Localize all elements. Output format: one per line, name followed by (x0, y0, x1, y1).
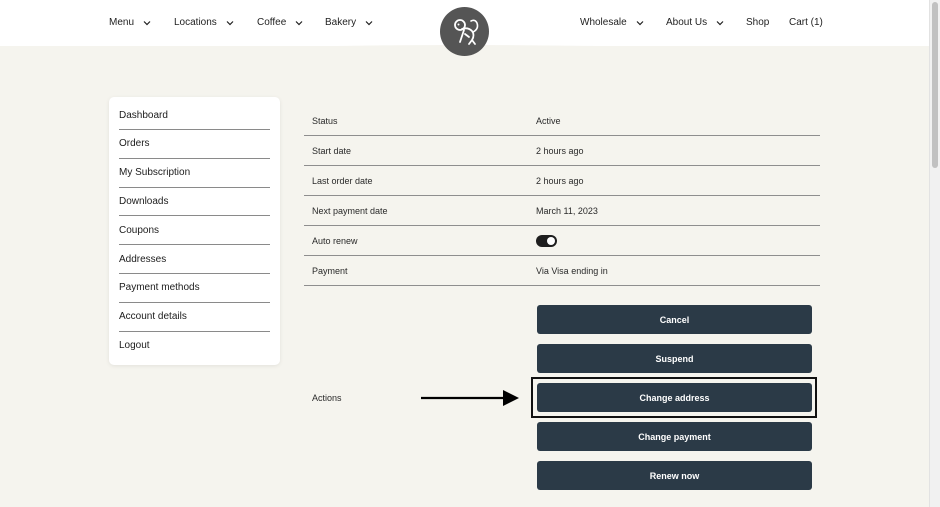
table-row: Status Active (304, 106, 820, 136)
subscription-details-table: Status Active Start date 2 hours ago Las… (304, 106, 820, 286)
next-payment-date-value: March 11, 2023 (536, 206, 598, 216)
sidebar-item-my-subscription[interactable]: My Subscription (119, 159, 270, 188)
sidebar-item-label: Orders (119, 138, 150, 150)
nav-label: Bakery (325, 17, 357, 28)
row-label: Payment (312, 266, 348, 276)
actions-label: Actions (312, 393, 342, 403)
nav-about-us[interactable]: About Us (666, 17, 724, 28)
monkey-icon (453, 18, 478, 45)
sidebar-item-orders[interactable]: Orders (119, 130, 270, 159)
nav-shop[interactable]: Shop (746, 17, 769, 28)
sidebar-item-logout[interactable]: Logout (119, 332, 270, 361)
nav-menu[interactable]: Menu (109, 17, 151, 28)
row-label: Auto renew (312, 236, 358, 246)
auto-renew-toggle[interactable] (536, 235, 557, 247)
chevron-down-icon (365, 20, 373, 25)
change-address-button[interactable]: Change address (537, 383, 812, 412)
sidebar-item-label: My Subscription (119, 167, 191, 179)
sidebar-item-account-details[interactable]: Account details (119, 303, 270, 332)
row-label: Next payment date (312, 206, 388, 216)
chevron-down-icon (295, 20, 303, 25)
sidebar-item-label: Logout (119, 340, 150, 352)
table-row: Payment Via Visa ending in (304, 256, 820, 286)
nav-bakery[interactable]: Bakery (325, 17, 373, 28)
table-row: Next payment date March 11, 2023 (304, 196, 820, 226)
chevron-down-icon (636, 20, 644, 25)
sidebar-item-dashboard[interactable]: Dashboard (119, 97, 270, 130)
change-payment-button[interactable]: Change payment (537, 422, 812, 451)
row-label: Start date (312, 146, 352, 156)
sidebar-item-coupons[interactable]: Coupons (119, 216, 270, 246)
nav-cart[interactable]: Cart (1) (789, 17, 823, 28)
row-label: Status (312, 116, 338, 126)
start-date-value: 2 hours ago (536, 146, 584, 156)
sidebar-item-label: Dashboard (119, 109, 168, 121)
sidebar-item-label: Downloads (119, 195, 169, 207)
sidebar-item-downloads[interactable]: Downloads (119, 188, 270, 217)
nav-label: Coffee (257, 17, 287, 28)
scrollbar-thumb[interactable] (932, 2, 938, 168)
sidebar-item-label: Payment methods (119, 282, 200, 294)
account-sidebar: Dashboard Orders My Subscription Downloa… (109, 97, 280, 365)
nav-label: Menu (109, 17, 135, 28)
sidebar-item-addresses[interactable]: Addresses (119, 245, 270, 274)
renew-now-button[interactable]: Renew now (537, 461, 812, 490)
sidebar-item-label: Coupons (119, 224, 160, 236)
nav-label: Shop (746, 17, 770, 28)
nav-label: Cart (1) (789, 17, 823, 28)
suspend-button[interactable]: Suspend (537, 344, 812, 373)
table-row: Auto renew (304, 226, 820, 256)
sidebar-item-label: Addresses (119, 253, 167, 265)
payment-value: Via Visa ending in (536, 266, 608, 276)
nav-locations[interactable]: Locations (174, 17, 234, 28)
nav-label: Locations (174, 17, 217, 28)
table-row: Last order date 2 hours ago (304, 166, 820, 196)
page-scrollbar[interactable] (929, 0, 940, 507)
status-value: Active (536, 116, 561, 126)
chevron-down-icon (716, 20, 724, 25)
nav-coffee[interactable]: Coffee (257, 17, 303, 28)
nav-label: Wholesale (580, 17, 627, 28)
monkey-logo-icon[interactable] (440, 7, 489, 56)
sidebar-item-label: Account details (119, 311, 187, 323)
sidebar-item-payment-methods[interactable]: Payment methods (119, 274, 270, 303)
chevron-down-icon (143, 20, 151, 25)
nav-label: About Us (666, 17, 708, 28)
arrow-right-icon (421, 390, 519, 406)
last-order-date-value: 2 hours ago (536, 176, 584, 186)
table-row: Start date 2 hours ago (304, 136, 820, 166)
row-label: Last order date (312, 176, 373, 186)
toggle-knob (547, 237, 555, 245)
cancel-button[interactable]: Cancel (537, 305, 812, 334)
nav-wholesale[interactable]: Wholesale (580, 17, 644, 28)
chevron-down-icon (226, 20, 234, 25)
